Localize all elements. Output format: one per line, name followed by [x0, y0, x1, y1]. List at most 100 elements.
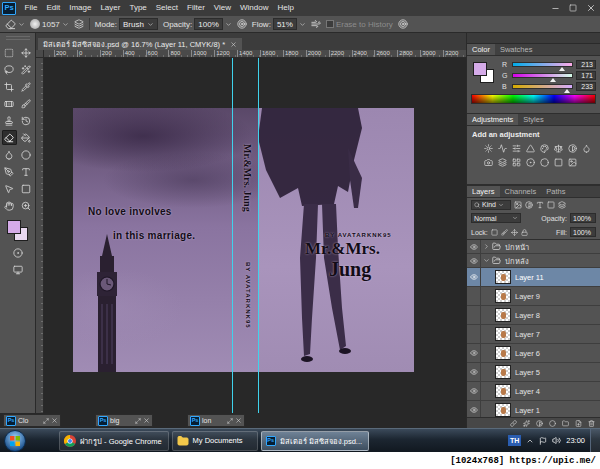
minimized-document[interactable]: Psbig: [95, 414, 153, 427]
layer-row[interactable]: Layer 6: [467, 344, 600, 363]
new-group-icon[interactable]: [562, 420, 569, 427]
layer-row[interactable]: Layer 4: [467, 382, 600, 401]
expand-icon[interactable]: [483, 257, 490, 264]
tool-button[interactable]: [2, 113, 17, 128]
visibility-toggle[interactable]: [467, 363, 481, 381]
tool-button[interactable]: [2, 130, 17, 145]
panel-tab[interactable]: Channels: [500, 186, 542, 197]
tool-button[interactable]: [2, 45, 17, 60]
layer-group-row[interactable]: ปกหน้า: [467, 240, 600, 254]
channel-slider[interactable]: [512, 84, 573, 89]
color-spectrum[interactable]: [471, 94, 596, 104]
foreground-color[interactable]: [7, 220, 21, 234]
tool-button[interactable]: [19, 96, 34, 111]
volume-icon[interactable]: [552, 436, 561, 445]
visibility-toggle[interactable]: [467, 268, 481, 286]
channel-value[interactable]: 171: [576, 71, 596, 80]
show-desktop-button[interactable]: [590, 429, 600, 452]
start-orb-icon[interactable]: [4, 430, 26, 452]
opacity-field[interactable]: 100%: [194, 18, 222, 30]
guide-line[interactable]: [258, 58, 259, 413]
adjustment-icon[interactable]: [540, 158, 549, 167]
close-icon[interactable]: [143, 417, 150, 424]
visibility-toggle[interactable]: [467, 344, 481, 362]
layer-row[interactable]: Layer 7: [467, 325, 600, 344]
lock-pixels-icon[interactable]: [501, 229, 508, 236]
link-icon[interactable]: [510, 420, 517, 427]
channel-slider[interactable]: [512, 73, 573, 78]
toolbox-grip[interactable]: [6, 36, 30, 40]
channel-value[interactable]: 213: [576, 60, 596, 69]
menu-item[interactable]: Window: [236, 0, 273, 16]
adjustment-icon[interactable]: [484, 144, 493, 153]
adjustment-layer-icon[interactable]: [549, 420, 556, 427]
blend-mode-select[interactable]: Normal: [471, 213, 521, 223]
clock[interactable]: 23:00: [566, 436, 585, 445]
smart-object-filter-icon[interactable]: [558, 201, 566, 209]
tool-button[interactable]: [2, 79, 17, 94]
visibility-toggle[interactable]: [467, 240, 481, 253]
lock-all-icon[interactable]: [521, 229, 528, 236]
minimized-document[interactable]: PsClo: [3, 414, 61, 427]
adjustment-icon[interactable]: [582, 144, 591, 153]
pressure-size-icon[interactable]: [398, 19, 408, 29]
adjustment-icon[interactable]: [498, 144, 507, 153]
channel-value[interactable]: 233: [576, 82, 596, 91]
menu-item[interactable]: Select: [151, 0, 182, 16]
taskbar-button[interactable]: My Documents: [172, 431, 258, 451]
tool-button[interactable]: [19, 147, 34, 162]
taskbar-button[interactable]: ฝากรูป - Google Chrome: [59, 431, 169, 451]
book-cover-canvas[interactable]: No love involvesin this marriage.Mr.&Mrs…: [73, 108, 414, 372]
tool-button[interactable]: [19, 164, 34, 179]
slider-marker[interactable]: [559, 67, 565, 71]
visibility-toggle[interactable]: [467, 287, 481, 305]
layer-filter-select[interactable]: Kind: [471, 200, 511, 210]
minimized-document[interactable]: Pslon: [187, 414, 245, 427]
shape-filter-icon[interactable]: [547, 201, 555, 209]
layer-fill-field[interactable]: 100%: [570, 227, 596, 237]
mode-select[interactable]: Brush: [119, 18, 158, 30]
adjustment-icon[interactable]: [526, 144, 535, 153]
action-center-icon[interactable]: [539, 437, 547, 445]
guide-line[interactable]: [232, 58, 233, 413]
tool-button[interactable]: [19, 45, 34, 60]
menu-item[interactable]: Type: [125, 0, 151, 16]
brush-panel-icon[interactable]: [74, 19, 84, 29]
screen-mode-button[interactable]: [12, 264, 24, 276]
restore-icon[interactable]: [135, 418, 141, 424]
tool-button[interactable]: [19, 130, 34, 145]
tray-expand-icon[interactable]: [526, 437, 534, 445]
ruler-corner[interactable]: [36, 50, 44, 58]
vertical-ruler[interactable]: [36, 58, 44, 413]
tool-button[interactable]: [19, 198, 34, 213]
visibility-toggle[interactable]: [467, 401, 481, 417]
layer-row[interactable]: Layer 1: [467, 401, 600, 417]
tool-button[interactable]: [2, 164, 17, 179]
pressure-opacity-icon[interactable]: [237, 19, 247, 29]
adjustment-filter-icon[interactable]: [525, 201, 533, 209]
language-indicator[interactable]: TH: [508, 435, 521, 446]
horizontal-ruler[interactable]: 2000200400600800100012001400160018002000…: [44, 50, 466, 58]
menu-item[interactable]: Filter: [183, 0, 210, 16]
layer-style-icon[interactable]: [523, 420, 530, 427]
panel-tab[interactable]: Paths: [541, 186, 570, 197]
slider-marker[interactable]: [564, 89, 570, 93]
panel-tab[interactable]: Layers: [467, 186, 500, 197]
menu-item[interactable]: Help: [273, 0, 298, 16]
mask-icon[interactable]: [536, 420, 543, 427]
layer-row[interactable]: Layer 11: [467, 268, 600, 287]
restore-icon[interactable]: [43, 418, 49, 424]
menu-item[interactable]: Image: [65, 0, 96, 16]
close-icon[interactable]: [51, 417, 58, 424]
lock-position-icon[interactable]: [511, 229, 518, 236]
tool-button[interactable]: [2, 181, 17, 196]
adjustment-icon[interactable]: [568, 144, 577, 153]
close-button[interactable]: [582, 1, 600, 15]
adjustment-icon[interactable]: [568, 158, 577, 167]
layer-row[interactable]: Layer 8: [467, 306, 600, 325]
layer-row[interactable]: Layer 9: [467, 287, 600, 306]
restore-icon[interactable]: [227, 418, 233, 424]
type-filter-icon[interactable]: [536, 201, 544, 209]
maximize-button[interactable]: [564, 1, 582, 15]
visibility-toggle[interactable]: [467, 325, 481, 343]
